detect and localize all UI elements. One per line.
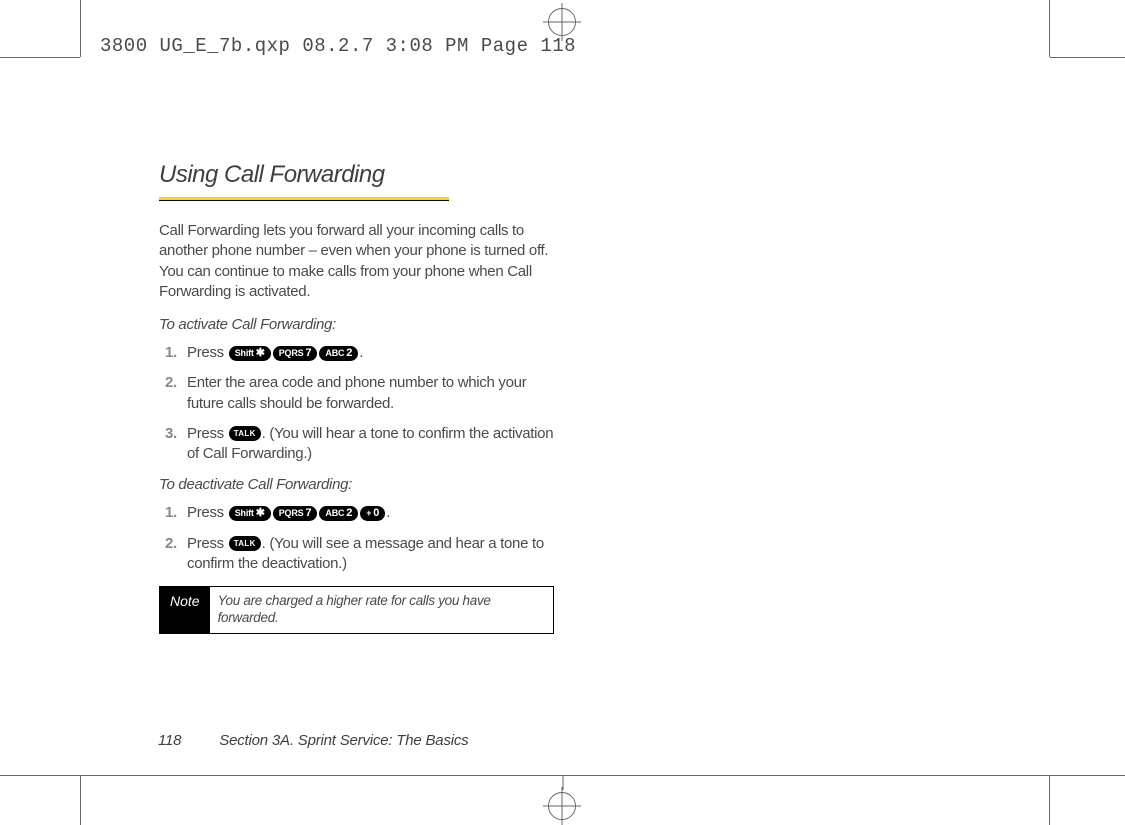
registration-mark-top (548, 8, 576, 36)
key-talk: TALK (229, 426, 261, 441)
list-item: 2. Enter the area code and phone number … (165, 373, 559, 414)
deactivate-steps: 1. Press Shift✱PQRS7ABC2+0. 2. Press TAL… (159, 503, 559, 574)
step-text-post: . (386, 504, 390, 521)
step-number: 2. (165, 373, 177, 393)
page-body: Using Call Forwarding Call Forwarding le… (80, 57, 1050, 775)
list-item: 2. Press TALK. (You will see a message a… (165, 534, 559, 575)
key-abc-2: ABC2 (319, 506, 358, 521)
page-number: 118 (158, 732, 181, 749)
list-item: 1. Press Shift✱PQRS7ABC2+0. (165, 503, 559, 523)
deactivate-subhead: To deactivate Call Forwarding: (159, 476, 559, 493)
content-column: Using Call Forwarding Call Forwarding le… (159, 161, 559, 634)
step-text: Enter the area code and phone number to … (187, 374, 526, 411)
step-text-pre: Press (187, 425, 228, 442)
key-talk: TALK (229, 536, 261, 551)
activate-steps: 1. Press Shift✱PQRS7ABC2. 2. Enter the a… (159, 343, 559, 464)
list-item: 1. Press Shift✱PQRS7ABC2. (165, 343, 559, 363)
print-slug: 3800 UG_E_7b.qxp 08.2.7 3:08 PM Page 118 (100, 35, 576, 57)
page-footer: 118 Section 3A. Sprint Service: The Basi… (158, 732, 468, 749)
step-number: 1. (165, 503, 177, 523)
page-heading: Using Call Forwarding (159, 161, 559, 189)
step-text-pre: Press (187, 535, 228, 552)
note-label: Note (160, 587, 210, 633)
key-abc-2: ABC2 (319, 346, 358, 361)
step-text-pre: Press (187, 344, 228, 361)
activate-subhead: To activate Call Forwarding: (159, 316, 559, 333)
key-pqrs-7: PQRS7 (273, 506, 318, 521)
step-number: 2. (165, 534, 177, 554)
list-item: 3. Press TALK. (You will hear a tone to … (165, 424, 559, 465)
section-title: Section 3A. Sprint Service: The Basics (219, 732, 468, 749)
step-number: 1. (165, 343, 177, 363)
note-box: Note You are charged a higher rate for c… (159, 586, 554, 634)
step-text-pre: Press (187, 504, 228, 521)
key-shift-star: Shift✱ (229, 506, 271, 521)
key-plus-0: +0 (360, 506, 385, 521)
registration-mark-bottom (548, 792, 576, 820)
key-shift-star: Shift✱ (229, 346, 271, 361)
note-text: You are charged a higher rate for calls … (210, 587, 553, 633)
heading-rule (159, 197, 559, 201)
step-text-post: . (359, 344, 363, 361)
key-pqrs-7: PQRS7 (273, 346, 318, 361)
step-number: 3. (165, 424, 177, 444)
intro-paragraph: Call Forwarding lets you forward all you… (159, 221, 559, 302)
